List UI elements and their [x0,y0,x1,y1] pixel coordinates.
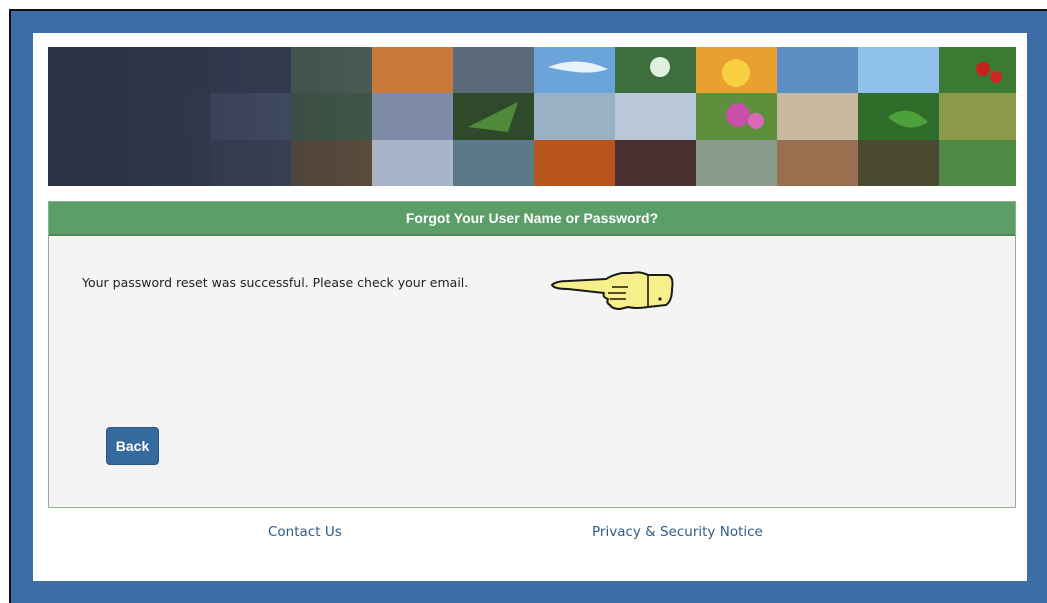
privacy-security-notice-link[interactable]: Privacy & Security Notice [592,524,763,540]
back-button[interactable]: Back [106,427,159,465]
panel-title: Forgot Your User Name or Password? [49,202,1015,236]
success-message: Your password reset was successful. Plea… [82,275,469,290]
forgot-password-panel: Forgot Your User Name or Password? Your … [48,201,1016,508]
nature-photo-banner [48,47,1016,186]
contact-us-link[interactable]: Contact Us [268,524,342,540]
banner-mosaic-image [48,47,1016,186]
pointing-hand-icon [551,271,674,310]
